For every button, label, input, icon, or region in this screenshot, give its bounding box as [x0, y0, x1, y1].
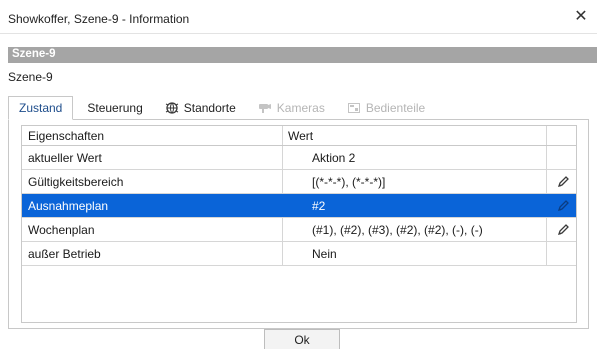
tab-label: Bedienteile: [365, 101, 426, 115]
property-cell: Wochenplan: [22, 218, 283, 241]
column-header-wert[interactable]: Wert: [283, 126, 547, 145]
value-cell: #2: [283, 194, 547, 217]
column-header-eigenschaften[interactable]: Eigenschaften: [22, 126, 283, 145]
value-cell: (#1), (#2), (#3), (#2), (#2), (-), (-): [283, 218, 547, 241]
tab-content-panel: Eigenschaften Wert aktueller Wert Aktion…: [8, 119, 589, 329]
edit-cell: [547, 194, 578, 217]
pencil-icon[interactable]: [556, 223, 570, 237]
tab-steuerung[interactable]: Steuerung: [79, 97, 150, 119]
tab-label: Steuerung: [87, 101, 143, 115]
value-cell: [(*-*-*), (*-*-*)]: [283, 170, 547, 193]
table-row[interactable]: Wochenplan (#1), (#2), (#3), (#2), (#2),…: [22, 218, 576, 242]
table-header: Eigenschaften Wert: [22, 126, 576, 146]
tab-strip: Zustand Steuerung Standorte Kameras Bedi…: [8, 95, 439, 120]
table-row-selected[interactable]: Ausnahmeplan #2: [22, 194, 576, 218]
table-row[interactable]: außer Betrieb Nein: [22, 242, 576, 266]
section-header-bar: Szene-9: [8, 47, 597, 63]
title-bar: Showkoffer, Szene-9 - Information ✕: [0, 0, 597, 34]
window-title: Showkoffer, Szene-9 - Information: [8, 12, 190, 26]
ok-button[interactable]: Ok: [264, 329, 340, 349]
tab-standorte[interactable]: Standorte: [157, 97, 244, 119]
edit-cell: [547, 146, 578, 169]
property-cell: außer Betrieb: [22, 242, 283, 265]
property-cell: aktueller Wert: [22, 146, 283, 169]
value-cell: Nein: [283, 242, 547, 265]
column-header-edit: [547, 126, 578, 145]
property-cell: Ausnahmeplan: [22, 194, 283, 217]
object-name: Szene-9: [8, 70, 53, 84]
section-header-title: Szene-9: [12, 48, 56, 60]
edit-cell: [547, 218, 578, 241]
property-cell: Gültigkeitsbereich: [22, 170, 283, 193]
globe-icon: [165, 101, 179, 115]
keypad-icon: [347, 101, 361, 115]
camera-icon: [258, 101, 272, 115]
tab-kameras[interactable]: Kameras: [250, 97, 333, 119]
properties-table: Eigenschaften Wert aktueller Wert Aktion…: [21, 125, 577, 323]
table-row[interactable]: Gültigkeitsbereich [(*-*-*), (*-*-*)]: [22, 170, 576, 194]
tab-label: Kameras: [276, 101, 325, 115]
close-icon[interactable]: ✕: [569, 4, 593, 28]
pencil-icon[interactable]: [556, 199, 570, 213]
edit-cell: [547, 242, 578, 265]
pencil-icon[interactable]: [556, 175, 570, 189]
tab-bedienteile[interactable]: Bedienteile: [339, 97, 433, 119]
edit-cell: [547, 170, 578, 193]
tab-label: Zustand: [19, 101, 63, 115]
tab-zustand[interactable]: Zustand: [8, 96, 74, 120]
value-cell: Aktion 2: [283, 146, 547, 169]
tab-label: Standorte: [183, 101, 236, 115]
table-row[interactable]: aktueller Wert Aktion 2: [22, 146, 576, 170]
